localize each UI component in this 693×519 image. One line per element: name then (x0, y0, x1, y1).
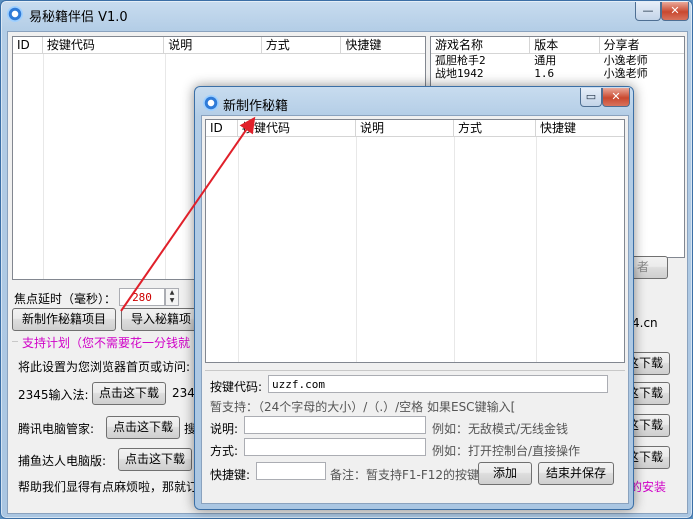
group-divider (12, 341, 18, 342)
game-list-header: 游戏名称 版本 分享者 (431, 37, 684, 54)
col-id[interactable]: ID (13, 37, 43, 53)
close-icon: ✕ (611, 90, 621, 103)
close-button[interactable]: ✕ (661, 2, 689, 21)
hotkey-input[interactable] (256, 462, 326, 480)
save-finish-button[interactable]: 结束并保存 (538, 462, 614, 485)
table-row[interactable]: 孤胆枪手2 通用 小逸老师 (431, 54, 684, 67)
cheat-list-header: ID 按键代码 说明 方式 快捷键 (13, 37, 425, 54)
col-version[interactable]: 版本 (530, 37, 600, 53)
dialog-divider (205, 370, 625, 371)
dialog-cheat-list[interactable]: ID 按键代码 说明 方式 快捷键 (205, 119, 625, 363)
desc-example: 例如：无敌模式/无线金钱 (432, 422, 569, 436)
col-code[interactable]: 按键代码 (43, 37, 165, 53)
col-code[interactable]: 按键代码 (238, 120, 356, 136)
cell-version: 通用 (534, 54, 557, 67)
download-2345-button[interactable]: 点击这下载 (92, 382, 166, 405)
col-desc[interactable]: 说明 (356, 120, 454, 136)
footer-right-text: 的安装 (630, 480, 667, 494)
tencent-label: 腾讯电脑管家: (18, 422, 95, 436)
dialog-app-icon (203, 95, 219, 111)
download-fishing-button[interactable]: 点击这下载 (118, 448, 192, 471)
desc-input[interactable] (244, 416, 426, 434)
col-hotkey[interactable]: 快捷键 (341, 37, 425, 53)
main-titlebar[interactable]: 易秘籍伴侣 V1.0 — ✕ (1, 1, 692, 29)
import-cheat-button[interactable]: 导入秘籍项 (121, 308, 201, 331)
col-game-name[interactable]: 游戏名称 (431, 37, 531, 53)
dialog-list-body (206, 137, 624, 362)
mode-example: 例如：打开控制台/直接操作 (432, 444, 581, 458)
focus-delay-input[interactable]: 280 (119, 288, 165, 306)
hotkey-label: 快捷键: (210, 468, 251, 482)
grid-line (356, 137, 357, 362)
mode-label: 方式: (210, 444, 239, 458)
spin-up-icon[interactable]: ▲ (166, 289, 178, 297)
add-button[interactable]: 添加 (478, 462, 532, 485)
minimize-button[interactable]: — (635, 2, 661, 21)
cell-sharer: 小逸老师 (603, 67, 648, 80)
desc-label: 说明: (210, 422, 239, 436)
dialog-title: 新制作秘籍 (223, 99, 289, 114)
dialog-titlebar[interactable]: 新制作秘籍 ▭ ✕ (195, 87, 633, 115)
app-icon (7, 6, 23, 22)
col-sharer[interactable]: 分享者 (600, 37, 684, 53)
site-text: 4.cn (632, 316, 658, 330)
dialog-list-header: ID 按键代码 说明 方式 快捷键 (206, 120, 624, 137)
code-input[interactable]: uzzf.com (268, 375, 608, 393)
grid-line (165, 54, 166, 279)
col-id[interactable]: ID (206, 120, 238, 136)
code-label: 按键代码: (210, 380, 263, 394)
focus-delay-label: 焦点延时（毫秒）： (14, 292, 117, 306)
spin-down-icon[interactable]: ▼ (166, 297, 178, 305)
maximize-icon: ▭ (585, 90, 597, 103)
create-cheat-button[interactable]: 新制作秘籍项目 (12, 308, 116, 331)
footer-text: 帮助我们显得有点麻烦啦，那就订 (18, 480, 199, 494)
focus-delay-spinner[interactable]: ▲ ▼ (165, 288, 179, 306)
new-cheat-dialog: 新制作秘籍 ▭ ✕ ID 按键代码 说明 方式 快捷键 按键代码: uzzf.c… (194, 86, 634, 510)
hotkey-note: 备注：暂支持F1-F12的按键 (330, 468, 480, 482)
table-row[interactable]: 战地1942 1.6 小逸老师 (431, 67, 684, 80)
cell-version: 1.6 (534, 67, 555, 80)
dialog-close-button[interactable]: ✕ (602, 88, 630, 107)
mode-input[interactable] (244, 438, 426, 456)
homepage-text: 将此设置为您浏览器首页或访问: (18, 360, 191, 374)
game-list-body: 孤胆枪手2 通用 小逸老师 战地1942 1.6 小逸老师 (431, 54, 684, 80)
grid-line (238, 137, 239, 362)
cell-sharer: 小逸老师 (603, 54, 648, 67)
support-hint: 暂支持：（24个字母的大小）/（.）/空格 如果ESC键输入[ (210, 400, 516, 414)
support-plan-heading: 支持计划（您不需要花一分钱就 (22, 336, 191, 350)
grid-line (536, 137, 537, 362)
minimize-icon: — (642, 4, 654, 17)
input2345-label: 2345输入法: (18, 388, 89, 402)
download-tencent-button[interactable]: 点击这下载 (106, 416, 180, 439)
dialog-client-area: ID 按键代码 说明 方式 快捷键 按键代码: uzzf.com 暂支持：（24… (201, 115, 629, 504)
col-hotkey[interactable]: 快捷键 (536, 120, 624, 136)
fishing-label: 捕鱼达人电脑版: (18, 454, 107, 468)
main-window-title: 易秘籍伴侣 V1.0 (29, 10, 128, 25)
grid-line (454, 137, 455, 362)
close-icon: ✕ (670, 4, 680, 17)
cell-game-name: 孤胆枪手2 (435, 54, 486, 67)
grid-line (43, 54, 44, 279)
col-mode[interactable]: 方式 (262, 37, 342, 53)
cell-game-name: 战地1942 (435, 67, 484, 80)
col-desc[interactable]: 说明 (164, 37, 262, 53)
maximize-button[interactable]: ▭ (580, 88, 602, 107)
col-mode[interactable]: 方式 (454, 120, 536, 136)
